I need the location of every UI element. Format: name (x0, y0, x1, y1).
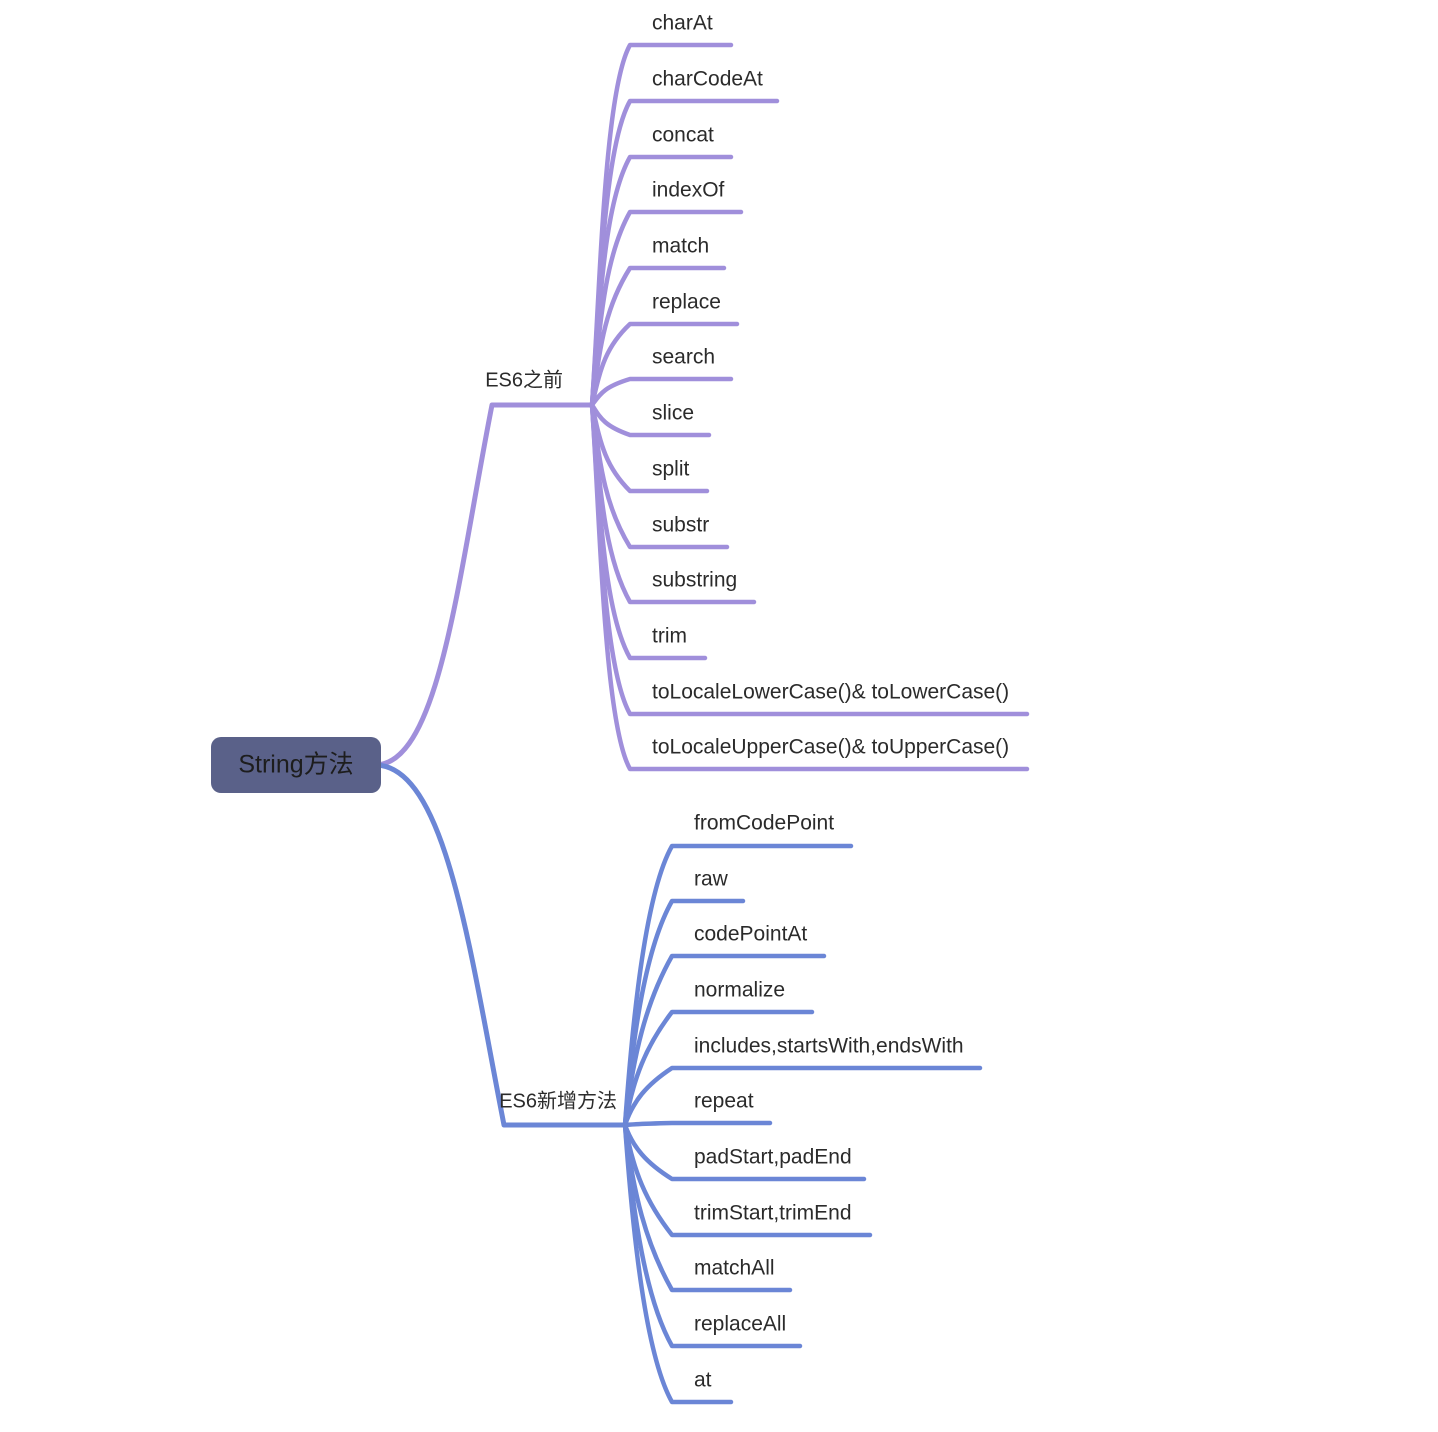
leaf-node-label[interactable]: substr (652, 514, 709, 537)
leaf-node-label[interactable]: split (652, 458, 690, 481)
leaf-node-label[interactable]: codePointAt (694, 923, 807, 946)
root-node[interactable]: String方法 (211, 737, 381, 793)
leaf-node-label[interactable]: padStart,padEnd (694, 1146, 852, 1169)
leaf-node-label[interactable]: raw (694, 868, 729, 891)
edge-es6-new-leaf-5 (622, 1120, 773, 1128)
leaf-node-label[interactable]: normalize (694, 979, 785, 1002)
leaf-node-label[interactable]: concat (652, 124, 714, 147)
leaf-node-label[interactable]: replace (652, 291, 721, 314)
leaf-node-label[interactable]: matchAll (694, 1257, 775, 1280)
edge-es6-new-leaf-4 (622, 1065, 983, 1128)
branch-node-label-es6-new[interactable]: ES6新增方法 (499, 1089, 617, 1112)
leaf-node-label[interactable]: at (694, 1369, 712, 1392)
mindmap-canvas: ES6之前 ES6新增方法 charAt charCodeAt concat index… (211, 12, 1030, 1405)
leaf-node-label[interactable]: substring (652, 569, 737, 592)
leaf-node-label[interactable]: charAt (652, 12, 713, 35)
leaf-node-label[interactable]: toLocaleLowerCase()& toLowerCase() (652, 681, 1009, 704)
leaf-nodes-layer: charAt charCodeAt concat indexOf match replac… (652, 12, 1009, 1392)
edge-root-to-pre-es6 (372, 402, 595, 768)
edge-pre-es6-leaf-12 (589, 402, 1030, 717)
edge-root-to-es6-new (372, 762, 628, 1128)
leaf-node-label[interactable]: trimStart,trimEnd (694, 1202, 852, 1225)
leaf-node-label[interactable]: includes,startsWith,endsWith (694, 1035, 964, 1058)
leaf-node-label[interactable]: trim (652, 625, 687, 648)
leaf-node-label[interactable]: replaceAll (694, 1313, 786, 1336)
leaf-node-label[interactable]: slice (652, 402, 694, 425)
leaf-node-label[interactable]: match (652, 235, 709, 258)
leaf-node-label[interactable]: repeat (694, 1090, 754, 1113)
leaf-node-label[interactable]: search (652, 346, 715, 369)
leaf-node-label[interactable]: fromCodePoint (694, 812, 834, 835)
branch-node-label-pre-es6[interactable]: ES6之前 (485, 368, 563, 391)
leaf-node-label[interactable]: charCodeAt (652, 68, 763, 91)
root-node-label[interactable]: String方法 (238, 751, 353, 779)
leaf-node-label[interactable]: indexOf (652, 179, 725, 202)
leaf-node-label[interactable]: toLocaleUpperCase()& toUpperCase() (652, 736, 1009, 759)
